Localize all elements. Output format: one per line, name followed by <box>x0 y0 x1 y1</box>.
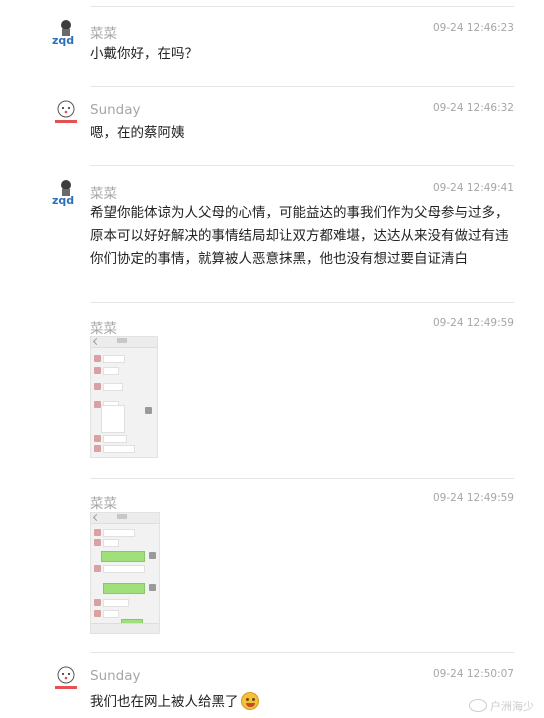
zqd-avatar-icon: zqd <box>52 180 74 206</box>
message-text: 小戴你好，在吗？ <box>90 46 198 62</box>
screenshot-input-bar <box>91 623 159 633</box>
svg-text:zqd: zqd <box>52 34 74 46</box>
message-divider <box>90 652 514 653</box>
message-text: 我们也在网上被人给黑了 <box>90 691 390 714</box>
timestamp: 09-24 12:49:59 <box>432 492 514 504</box>
message-divider <box>90 478 514 479</box>
timestamp: 09-24 12:50:07 <box>432 668 514 680</box>
timestamp: 09-24 12:49:59 <box>432 317 514 329</box>
bear-avatar-icon <box>55 100 77 123</box>
screenshot-header <box>91 513 159 524</box>
zqd-avatar-icon: zqd <box>52 20 74 46</box>
sender-name: 菜菜 <box>90 186 117 202</box>
message-text: 嗯，在的蔡阿姨 <box>90 125 185 141</box>
timestamp: 09-24 12:46:23 <box>432 22 514 34</box>
watermark-text: 户洲海少 <box>490 700 534 713</box>
message-divider <box>90 302 514 303</box>
message-divider <box>90 86 514 87</box>
message-divider <box>90 6 514 7</box>
timestamp: 09-24 12:46:32 <box>432 102 514 114</box>
svg-text:zqd: zqd <box>52 194 74 206</box>
message-divider <box>90 165 514 166</box>
sender-name: Sunday <box>90 102 141 118</box>
timestamp: 09-24 12:49:41 <box>432 182 514 194</box>
sender-name: 菜菜 <box>90 321 117 337</box>
chat-screenshot-image[interactable] <box>90 512 160 634</box>
message-text: 希望你能体谅为人父母的心情，可能益达的事我们作为父母参与过多，原本可以好好解决的… <box>90 205 509 267</box>
sender-name: Sunday <box>90 668 141 684</box>
weibo-icon <box>469 699 487 712</box>
sender-name: 菜菜 <box>90 496 117 512</box>
chat-screenshot-image[interactable] <box>90 336 158 458</box>
message-text-content: 我们也在网上被人给黑了 <box>90 694 239 710</box>
laughing-emoji-icon <box>240 692 259 710</box>
bear-avatar-icon <box>55 666 77 689</box>
screenshot-header <box>91 337 157 348</box>
sender-name: 菜菜 <box>90 26 117 42</box>
watermark: 户洲海少 <box>469 698 534 714</box>
